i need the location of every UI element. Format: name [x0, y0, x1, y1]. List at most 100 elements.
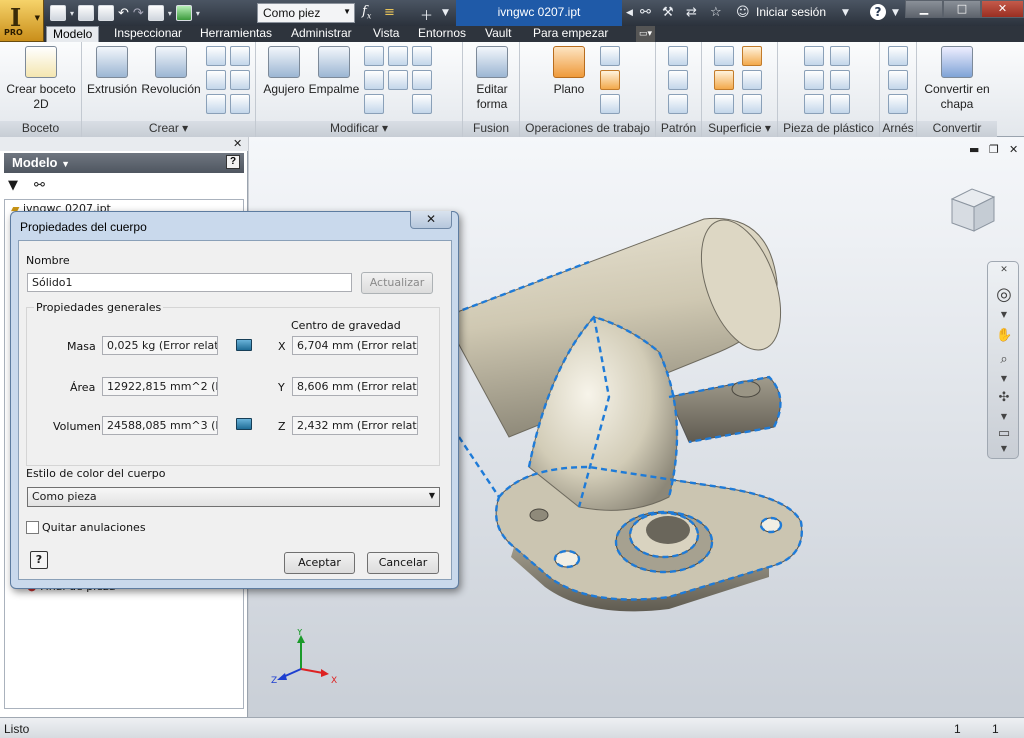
ucs-icon[interactable]	[600, 94, 620, 114]
tab-entornos[interactable]: Entornos	[418, 26, 466, 42]
cancel-button[interactable]: Cancelar	[367, 552, 439, 574]
exchange-icon[interactable]: ⇄	[686, 5, 697, 20]
coil-icon[interactable]	[230, 46, 250, 66]
calculator-icon[interactable]	[236, 418, 252, 430]
tab-administrar[interactable]: Administrar	[291, 26, 352, 42]
color-style-select[interactable]: Como pieza ▼	[27, 487, 440, 507]
harness-icon[interactable]	[888, 46, 908, 66]
tab-inspeccionar[interactable]: Inspeccionar	[114, 26, 182, 42]
move-face-icon[interactable]	[412, 46, 432, 66]
hole-button[interactable]: Agujero	[260, 46, 308, 97]
tab-para-empezar[interactable]: Para empezar	[533, 26, 608, 42]
new-file-icon[interactable]	[50, 5, 66, 21]
boss-icon[interactable]	[830, 46, 850, 66]
name-input[interactable]: Sólido1	[27, 273, 352, 292]
undo-icon[interactable]: ↶	[118, 6, 129, 21]
document-tab[interactable]: ivngwc 0207.ipt	[456, 0, 622, 26]
filter-icon[interactable]: ▼	[8, 178, 18, 193]
ribbon-minimize-icon[interactable]: ▭▾	[636, 26, 656, 42]
circular-pattern-icon[interactable]	[668, 70, 688, 90]
tab-vault[interactable]: Vault	[485, 26, 511, 42]
maximize-button[interactable]: □	[943, 0, 981, 18]
revolve-button[interactable]: Revolución	[140, 46, 202, 97]
derive-icon[interactable]	[230, 94, 250, 114]
material-select[interactable]: Como piez ▼	[257, 3, 355, 23]
loft-icon[interactable]	[206, 46, 226, 66]
sweep-icon[interactable]	[206, 70, 226, 90]
shell-icon[interactable]	[388, 46, 408, 66]
open-folder-icon[interactable]	[78, 5, 95, 21]
chevron-down-icon[interactable]: ▼	[996, 374, 1012, 383]
print-icon[interactable]	[147, 5, 164, 21]
chamfer-icon[interactable]	[364, 46, 384, 66]
close-icon[interactable]: ✕	[996, 265, 1012, 275]
user-icon[interactable]: ☺	[736, 5, 750, 20]
dialog-close-button[interactable]: ✕	[410, 211, 452, 229]
plane-button[interactable]: Plano	[546, 46, 592, 97]
orbit-icon[interactable]: ✣	[996, 390, 1012, 405]
remove-overrides-checkbox[interactable]	[26, 521, 39, 534]
calculator-icon[interactable]	[236, 339, 252, 351]
viewcube[interactable]	[944, 185, 1000, 235]
chevron-down-icon[interactable]: ▼	[892, 8, 899, 18]
close-window-button[interactable]: ✕	[981, 0, 1024, 18]
chevron-down-icon[interactable]: ▼	[996, 412, 1012, 421]
sign-in-link[interactable]: Iniciar sesión	[756, 5, 826, 19]
tab-modelo[interactable]: Modelo	[46, 26, 100, 42]
rest-icon[interactable]	[804, 70, 824, 90]
chevron-down-icon[interactable]: ▼	[442, 8, 449, 18]
snap-fit-icon[interactable]	[830, 70, 850, 90]
tab-herramientas[interactable]: Herramientas	[200, 26, 272, 42]
thicken-icon[interactable]	[714, 46, 734, 66]
harness-property-icon[interactable]	[888, 70, 908, 90]
patch-icon[interactable]	[742, 46, 762, 66]
emboss-icon[interactable]	[230, 70, 250, 90]
application-menu-button[interactable]: I PRO ▼	[0, 0, 44, 42]
save-icon[interactable]	[98, 5, 115, 21]
create-sketch-button[interactable]: Crear boceto 2D	[6, 46, 76, 112]
wrench-icon[interactable]: ⚒	[662, 5, 674, 20]
help-icon[interactable]: ?	[226, 155, 240, 169]
thread-icon[interactable]	[364, 94, 384, 114]
pan-icon[interactable]: ✋	[996, 328, 1012, 343]
chevron-left-icon[interactable]: ◀	[626, 8, 633, 18]
delete-face-icon[interactable]	[742, 94, 762, 114]
mirror-icon[interactable]	[668, 94, 688, 114]
help-icon[interactable]: ?	[30, 551, 48, 569]
trim-icon[interactable]	[742, 70, 762, 90]
minimize-button[interactable]: ▁	[905, 0, 943, 18]
rule-fillet-icon[interactable]	[804, 94, 824, 114]
grill-icon[interactable]	[804, 46, 824, 66]
stitch-icon[interactable]	[714, 70, 734, 90]
tab-vista[interactable]: Vista	[373, 26, 399, 42]
browser-header[interactable]: Modelo ▼ ?	[4, 153, 244, 173]
fx-icon[interactable]: fx	[362, 4, 371, 21]
split-icon[interactable]	[388, 70, 408, 90]
chevron-down-icon[interactable]: ▼	[996, 310, 1012, 319]
copy-object-icon[interactable]	[412, 94, 432, 114]
binoculars-icon[interactable]: ⚯	[640, 5, 651, 20]
edit-form-button[interactable]: Editar forma	[467, 46, 517, 112]
panel-label[interactable]: Crear ▾	[82, 121, 255, 137]
steering-wheel-icon[interactable]: ◎	[996, 284, 1012, 305]
zoom-icon[interactable]: ⌕	[996, 352, 1012, 367]
update-button[interactable]: Actualizar	[361, 272, 433, 294]
ok-button[interactable]: Aceptar	[284, 552, 355, 574]
convert-sheet-metal-button[interactable]: Convertir en chapa	[919, 46, 995, 112]
draft-icon[interactable]	[364, 70, 384, 90]
chevron-down-icon[interactable]: ▼	[842, 8, 849, 18]
redo-icon[interactable]: ↷	[133, 6, 144, 21]
combine-icon[interactable]	[412, 70, 432, 90]
look-at-icon[interactable]: ▭	[996, 426, 1012, 441]
remove-overrides-label[interactable]: Quitar anulaciones	[42, 521, 146, 534]
close-icon[interactable]: ✕	[233, 137, 242, 150]
help-icon[interactable]: ?	[870, 4, 886, 20]
rib-icon[interactable]	[206, 94, 226, 114]
chevron-down-icon[interactable]: ▼	[996, 444, 1012, 453]
pin-icon[interactable]	[888, 94, 908, 114]
panel-label[interactable]: Modificar ▾	[256, 121, 462, 137]
update-icon[interactable]	[175, 5, 192, 21]
point-icon[interactable]	[600, 70, 620, 90]
star-icon[interactable]: ☆	[710, 5, 722, 20]
extrude-button[interactable]: Extrusión	[86, 46, 138, 97]
